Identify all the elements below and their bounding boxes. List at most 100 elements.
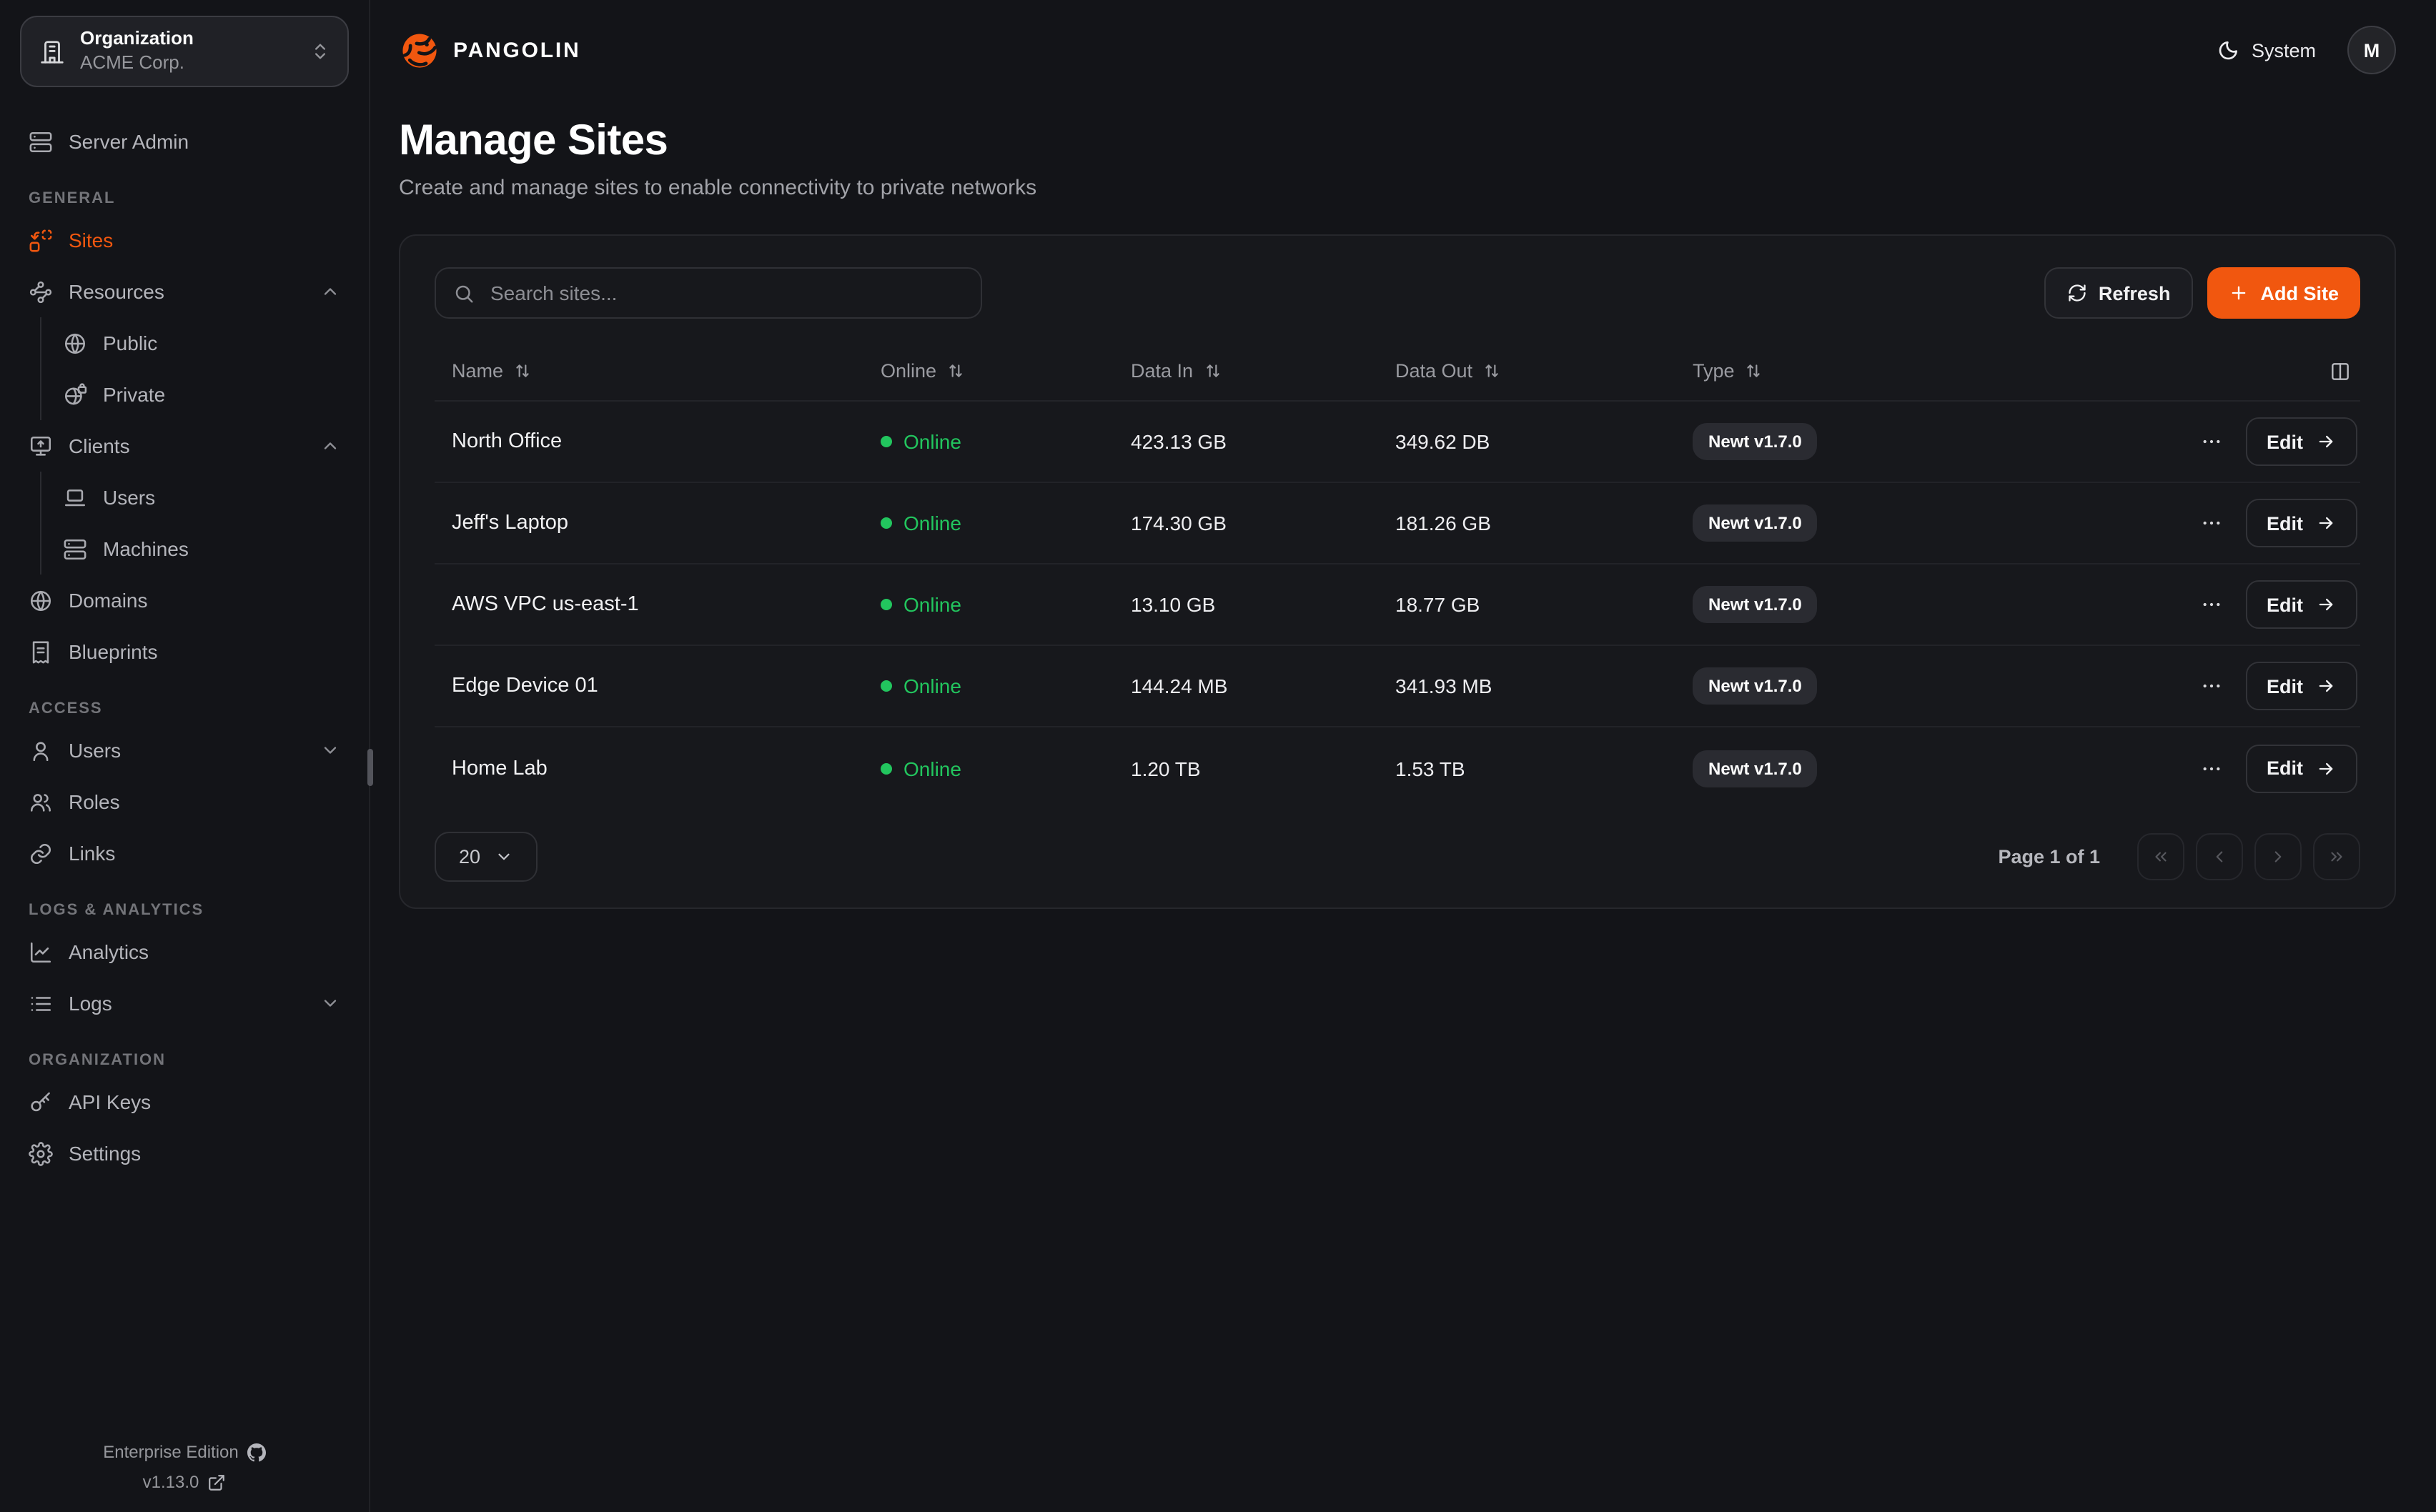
sidebar-item-analytics[interactable]: Analytics bbox=[20, 926, 349, 978]
sidebar: Organization ACME Corp. Server Admin GEN… bbox=[0, 0, 370, 1512]
edit-button[interactable]: Edit bbox=[2245, 744, 2357, 792]
search-input[interactable] bbox=[487, 280, 964, 306]
sites-icon bbox=[29, 228, 53, 252]
row-menu-button[interactable] bbox=[2199, 675, 2222, 697]
org-name: ACME Corp. bbox=[80, 51, 194, 76]
section-label-general: GENERAL bbox=[29, 190, 340, 207]
github-icon[interactable] bbox=[247, 1443, 266, 1461]
add-site-button[interactable]: Add Site bbox=[2207, 267, 2360, 319]
sidebar-item-roles[interactable]: Roles bbox=[20, 776, 349, 827]
edit-button[interactable]: Edit bbox=[2245, 662, 2357, 710]
column-header-data-out[interactable]: Data Out bbox=[1378, 360, 1675, 382]
sidebar-item-logs[interactable]: Logs bbox=[20, 978, 349, 1029]
sidebar-item-blueprints[interactable]: Blueprints bbox=[20, 626, 349, 677]
avatar[interactable]: M bbox=[2347, 26, 2396, 74]
chevron-down-icon bbox=[320, 740, 340, 760]
chevron-left-icon bbox=[2210, 847, 2229, 866]
chevron-up-icon bbox=[320, 436, 340, 456]
page-subtitle: Create and manage sites to enable connec… bbox=[399, 176, 2396, 200]
sidebar-item-settings[interactable]: Settings bbox=[20, 1128, 349, 1179]
app-window: Organization ACME Corp. Server Admin GEN… bbox=[0, 0, 2436, 1512]
data-out-value: 341.93 MB bbox=[1378, 675, 1675, 697]
main-content: PANGOLIN System M Manage Sites Create an… bbox=[370, 0, 2436, 1512]
globe-icon bbox=[29, 588, 53, 612]
refresh-button[interactable]: Refresh bbox=[2044, 267, 2194, 319]
sidebar-item-server-admin[interactable]: Server Admin bbox=[20, 116, 349, 167]
sidebar-item-private[interactable]: Private bbox=[54, 369, 349, 420]
column-header-name[interactable]: Name bbox=[435, 360, 863, 382]
section-label-logs-analytics: LOGS & ANALYTICS bbox=[29, 902, 340, 919]
prev-page-button[interactable] bbox=[2196, 833, 2243, 880]
ellipsis-icon bbox=[2199, 430, 2222, 453]
last-page-button[interactable] bbox=[2313, 833, 2360, 880]
key-icon bbox=[29, 1090, 53, 1114]
table-row: AWS VPC us-east-1 Online 13.10 GB 18.77 … bbox=[435, 564, 2360, 646]
table-row: North Office Online 423.13 GB 349.62 DB … bbox=[435, 402, 2360, 483]
sidebar-resize-handle[interactable] bbox=[367, 749, 372, 786]
external-link-icon[interactable] bbox=[207, 1473, 226, 1491]
sites-table: Name Online Data In Data Out Type North … bbox=[435, 342, 2360, 809]
sidebar-item-domains[interactable]: Domains bbox=[20, 575, 349, 626]
plus-icon bbox=[2229, 283, 2249, 303]
search-box[interactable] bbox=[435, 267, 982, 319]
org-label: Organization bbox=[80, 27, 194, 51]
ellipsis-icon bbox=[2199, 757, 2222, 780]
table-header-row: Name Online Data In Data Out Type bbox=[435, 342, 2360, 402]
sidebar-item-machines[interactable]: Machines bbox=[54, 523, 349, 575]
sidebar-item-users[interactable]: Users bbox=[20, 725, 349, 776]
site-name: North Office bbox=[435, 430, 863, 453]
data-in-value: 144.24 MB bbox=[1114, 675, 1378, 697]
sidebar-item-client-users[interactable]: Users bbox=[54, 472, 349, 523]
edit-button[interactable]: Edit bbox=[2245, 580, 2357, 629]
sidebar-nav: Server Admin GENERAL Sites Resources Pub… bbox=[0, 87, 369, 1179]
column-header-online[interactable]: Online bbox=[863, 360, 1114, 382]
server-icon bbox=[63, 537, 87, 561]
sidebar-item-public[interactable]: Public bbox=[54, 317, 349, 369]
sidebar-item-api-keys[interactable]: API Keys bbox=[20, 1076, 349, 1128]
columns-toggle-button[interactable] bbox=[2074, 359, 2360, 382]
row-menu-button[interactable] bbox=[2199, 512, 2222, 534]
section-label-organization: ORGANIZATION bbox=[29, 1052, 340, 1069]
sidebar-item-links[interactable]: Links bbox=[20, 827, 349, 879]
globe-lock-icon bbox=[63, 382, 87, 407]
chevron-down-icon bbox=[320, 993, 340, 1013]
edit-button[interactable]: Edit bbox=[2245, 499, 2357, 547]
page-size-select[interactable]: 20 bbox=[435, 832, 538, 882]
version-label: v1.13.0 bbox=[143, 1472, 199, 1492]
column-header-type[interactable]: Type bbox=[1675, 360, 2074, 382]
receipt-icon bbox=[29, 640, 53, 664]
sites-card: Refresh Add Site Name Online Data In Dat… bbox=[399, 234, 2396, 909]
sidebar-item-sites[interactable]: Sites bbox=[20, 214, 349, 266]
theme-label: System bbox=[2252, 39, 2316, 61]
edit-button[interactable]: Edit bbox=[2245, 417, 2357, 466]
users-icon bbox=[29, 790, 53, 814]
arrow-right-icon bbox=[2316, 513, 2336, 533]
sidebar-item-resources[interactable]: Resources bbox=[20, 266, 349, 317]
page-header: Manage Sites Create and manage sites to … bbox=[399, 117, 2396, 200]
row-menu-button[interactable] bbox=[2199, 430, 2222, 453]
row-menu-button[interactable] bbox=[2199, 593, 2222, 616]
brand-logo: PANGOLIN bbox=[399, 29, 581, 71]
building-icon bbox=[39, 38, 66, 65]
sort-icon bbox=[513, 362, 532, 380]
data-in-value: 13.10 GB bbox=[1114, 593, 1378, 616]
clients-subnav: Users Machines bbox=[40, 472, 349, 575]
column-header-data-in[interactable]: Data In bbox=[1114, 360, 1378, 382]
arrow-right-icon bbox=[2316, 432, 2336, 452]
online-dot-icon bbox=[881, 680, 892, 692]
sort-icon bbox=[1203, 362, 1222, 380]
type-badge: Newt v1.7.0 bbox=[1693, 423, 1818, 460]
page-info: Page 1 of 1 bbox=[1998, 846, 2100, 867]
first-page-button[interactable] bbox=[2137, 833, 2184, 880]
next-page-button[interactable] bbox=[2254, 833, 2302, 880]
ellipsis-icon bbox=[2199, 593, 2222, 616]
row-menu-button[interactable] bbox=[2199, 757, 2222, 780]
org-selector[interactable]: Organization ACME Corp. bbox=[20, 16, 349, 87]
status-badge: Online bbox=[863, 757, 1114, 780]
chevron-right-icon bbox=[2269, 847, 2287, 866]
sidebar-item-clients[interactable]: Clients bbox=[20, 420, 349, 472]
theme-toggle[interactable]: System bbox=[2217, 39, 2316, 61]
status-badge: Online bbox=[863, 593, 1114, 616]
waypoints-icon bbox=[29, 279, 53, 304]
type-badge: Newt v1.7.0 bbox=[1693, 586, 1818, 623]
